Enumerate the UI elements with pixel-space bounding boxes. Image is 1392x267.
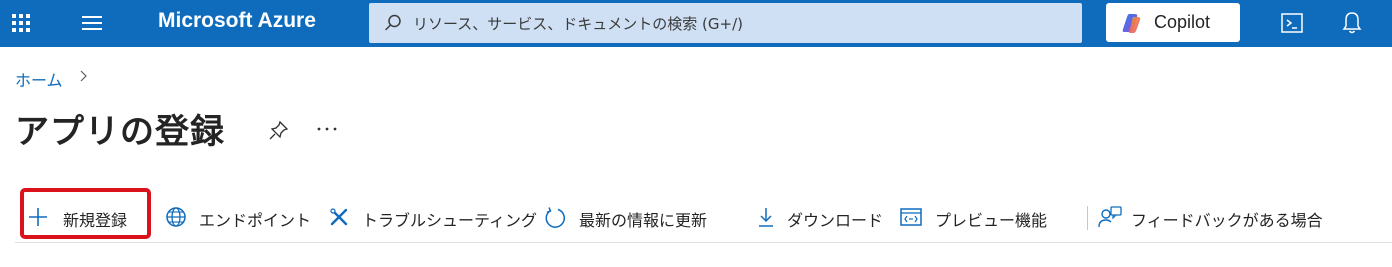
toolbar-divider-line	[15, 242, 1392, 243]
wrench-icon	[330, 208, 348, 226]
page-title: アプリの登録	[15, 112, 225, 152]
app-launcher-icon[interactable]	[10, 12, 32, 34]
top-bar: Microsoft Azure リソース、サービス、ドキュメントの検索 (G+/…	[0, 0, 1392, 47]
chevron-right-icon	[80, 70, 87, 82]
download-label: ダウンロード	[787, 211, 884, 230]
download-icon	[759, 208, 773, 227]
search-placeholder: リソース、サービス、ドキュメントの検索 (G+/)	[413, 15, 743, 33]
breadcrumb: ホーム	[15, 67, 87, 91]
endpoints-label: エンドポイント	[199, 211, 312, 230]
pin-icon[interactable]	[268, 119, 290, 141]
breadcrumb-home[interactable]: ホーム	[15, 71, 63, 90]
toolbar-divider	[1087, 206, 1088, 230]
feedback-icon	[1098, 206, 1122, 228]
notifications-icon[interactable]	[1340, 10, 1364, 36]
preview-icon	[900, 208, 922, 226]
feedback-label: フィードバックがある場合	[1131, 211, 1323, 230]
copilot-label: Copilot	[1154, 12, 1211, 32]
more-options-icon[interactable]	[316, 126, 338, 132]
refresh-icon	[545, 207, 566, 228]
command-bar: 新規登録 エンドポイント トラブルシューティング 最新の情報に更新 ダウンロード…	[15, 196, 1392, 240]
global-search-box[interactable]: リソース、サービス、ドキュメントの検索 (G+/)	[369, 3, 1082, 43]
refresh-label: 最新の情報に更新	[579, 211, 708, 230]
copilot-icon	[1122, 14, 1141, 33]
copilot-button[interactable]: Copilot	[1106, 3, 1240, 42]
cloud-shell-icon[interactable]	[1280, 11, 1304, 35]
globe-icon	[166, 207, 186, 227]
preview-features-label: プレビュー機能	[935, 211, 1048, 230]
menu-icon[interactable]	[82, 15, 104, 31]
annotation-highlight-box	[20, 188, 151, 239]
troubleshooting-label: トラブルシューティング	[362, 211, 538, 230]
portal-brand[interactable]: Microsoft Azure	[158, 9, 316, 33]
search-icon	[385, 14, 401, 31]
